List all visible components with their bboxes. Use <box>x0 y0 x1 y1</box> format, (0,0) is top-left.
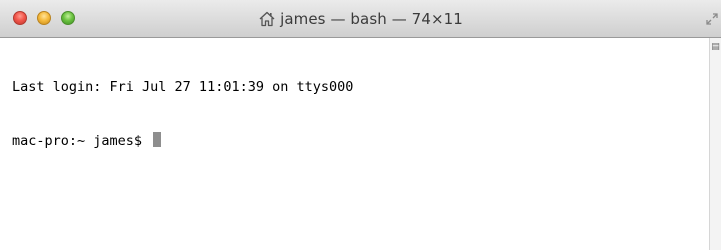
scrollbar[interactable]: ▤ <box>709 38 721 250</box>
prompt-text: mac-pro:~ james$ <box>12 133 151 149</box>
terminal-window: james — bash — 74×11 Last login: Fri Jul… <box>0 0 721 250</box>
fullscreen-icon[interactable] <box>705 12 719 26</box>
terminal-output[interactable]: Last login: Fri Jul 27 11:01:39 on ttys0… <box>0 38 709 250</box>
text-cursor <box>153 132 162 147</box>
terminal-line-login: Last login: Fri Jul 27 11:01:39 on ttys0… <box>12 79 354 95</box>
home-icon <box>259 11 275 27</box>
terminal-line-prompt: mac-pro:~ james$ <box>12 132 709 150</box>
title-bar[interactable]: james — bash — 74×11 <box>0 0 721 38</box>
split-pane-icon[interactable]: ▤ <box>711 42 720 53</box>
window-title-text: james — bash — 74×11 <box>280 10 463 28</box>
window-title: james — bash — 74×11 <box>0 0 721 38</box>
